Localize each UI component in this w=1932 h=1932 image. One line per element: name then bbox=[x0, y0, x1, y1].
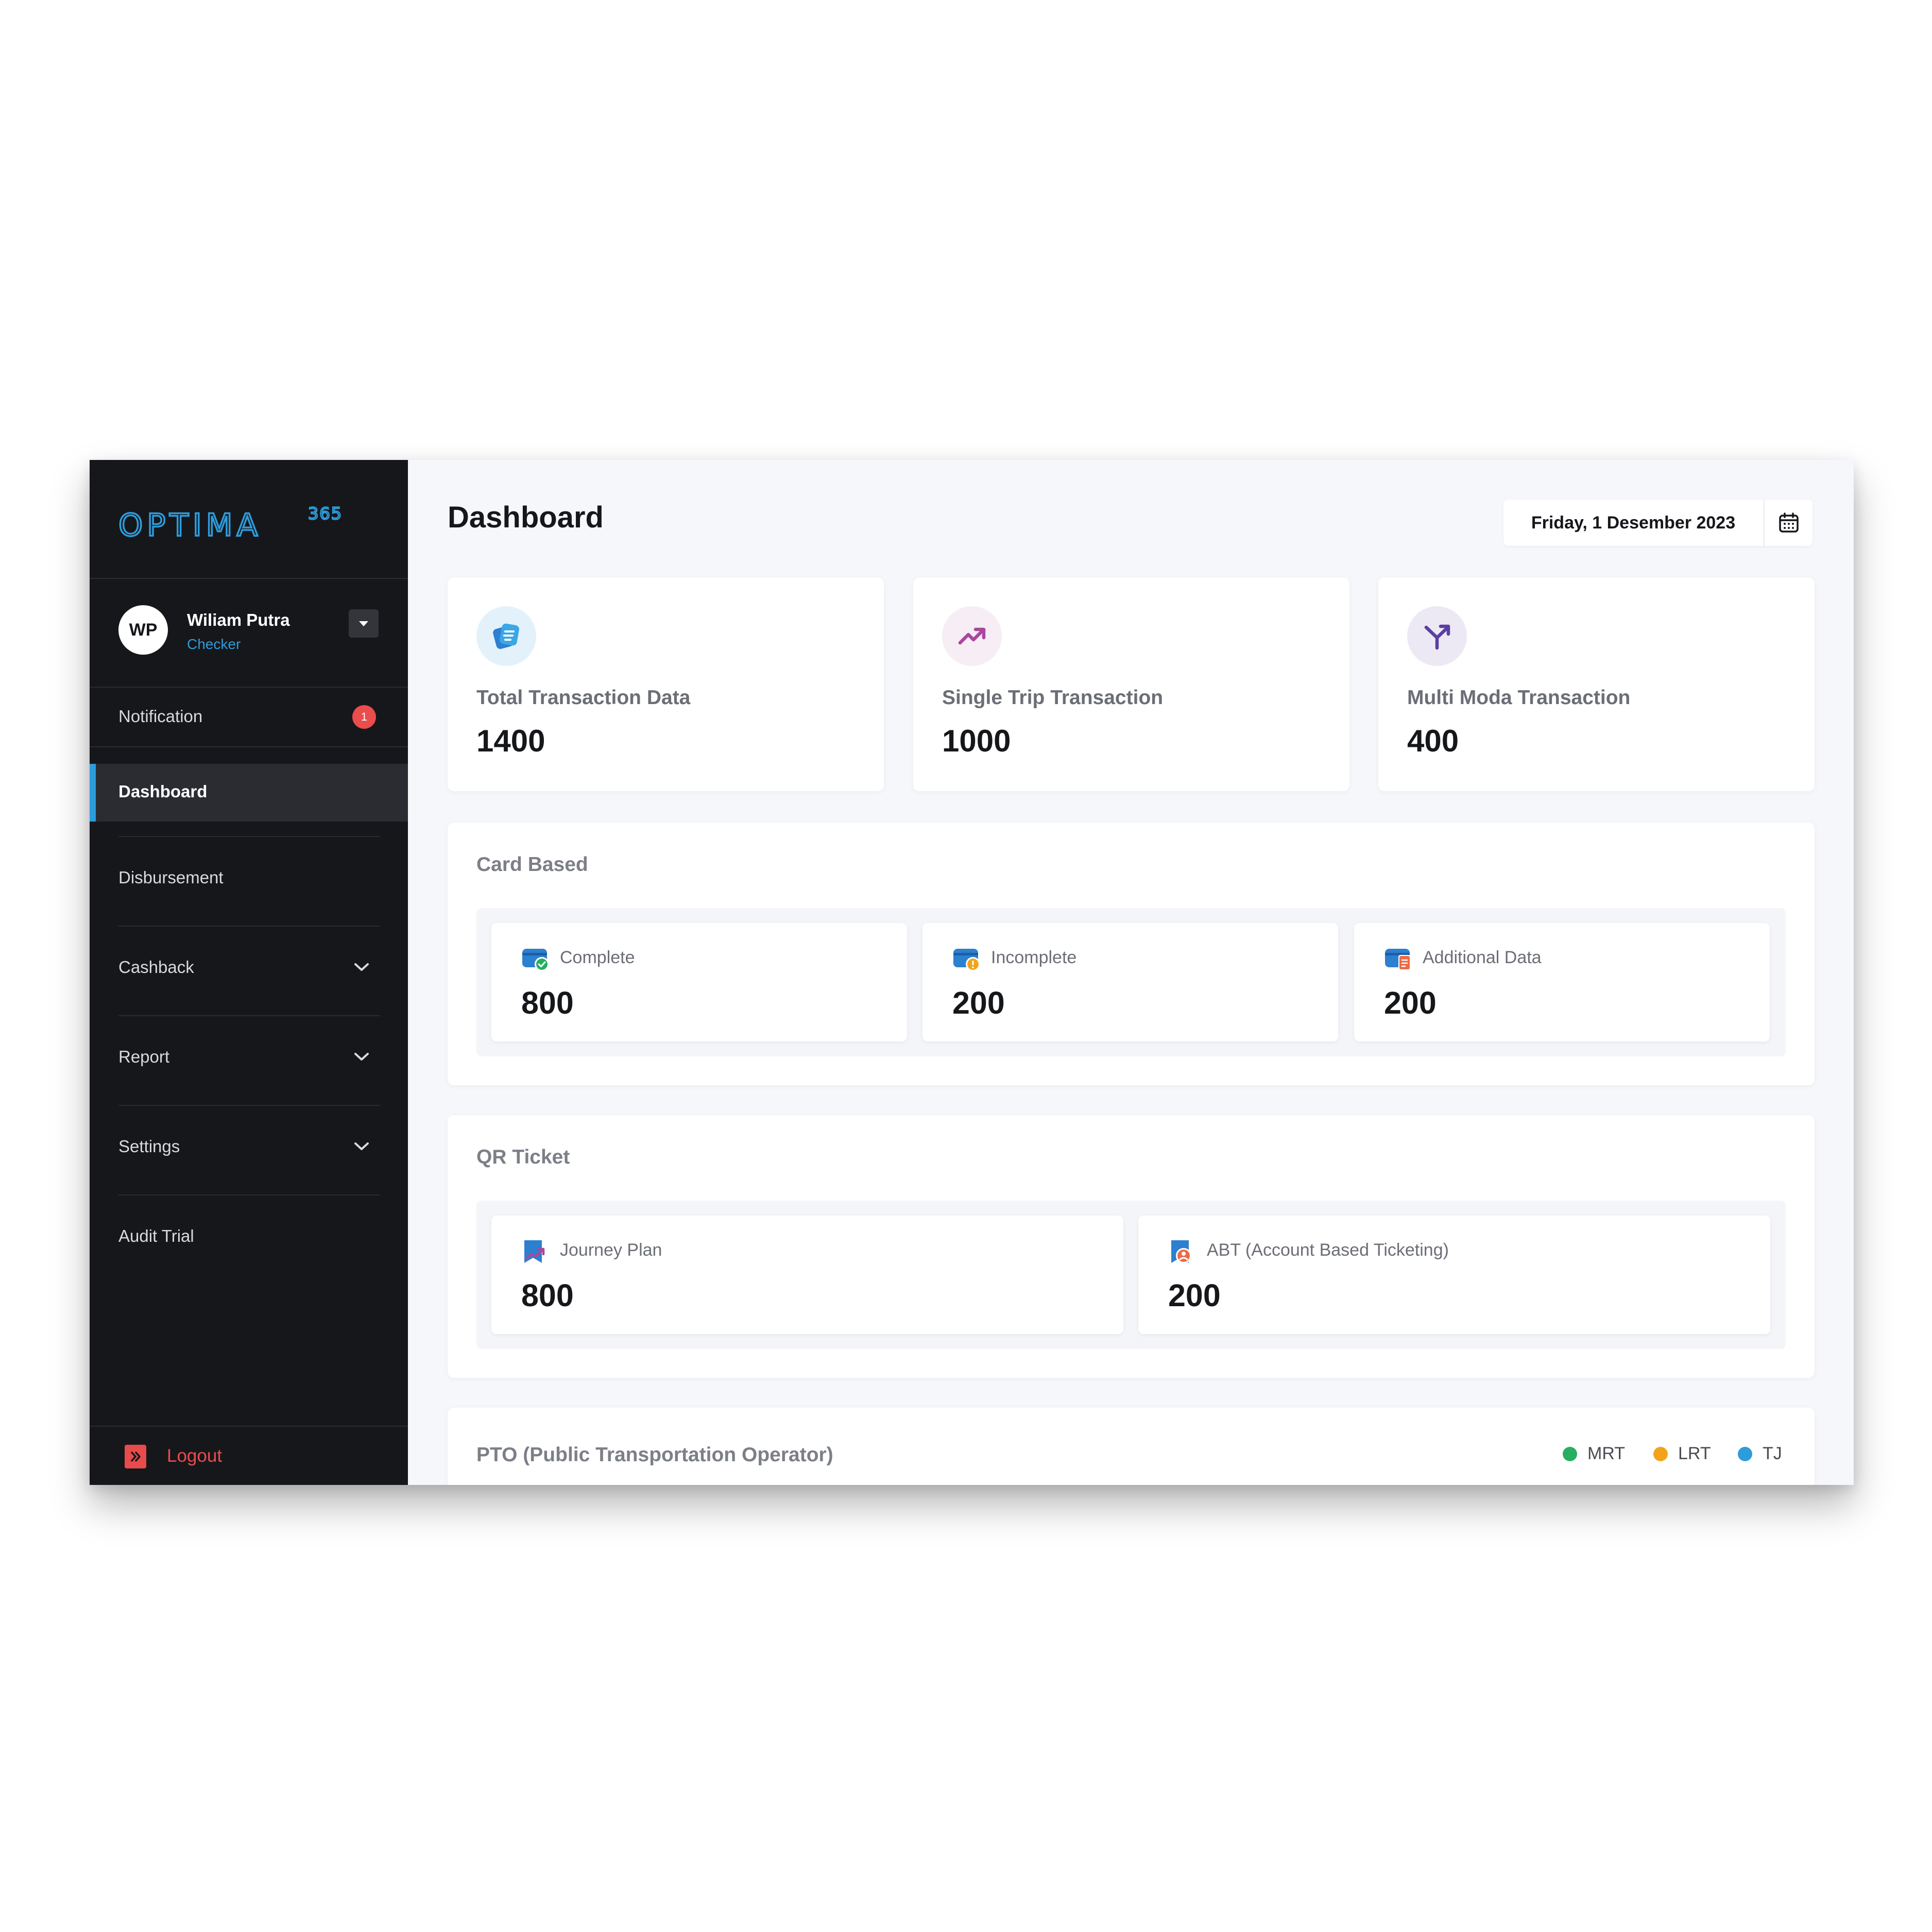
user-menu-toggle[interactable] bbox=[349, 609, 379, 638]
caret-down-icon bbox=[359, 621, 368, 626]
complete-card-icon bbox=[522, 949, 549, 971]
legend-item-mrt[interactable]: MRT bbox=[1563, 1444, 1625, 1464]
abt-card[interactable]: ABT (Account Based Ticketing) 200 bbox=[1138, 1216, 1770, 1334]
app-window: OPTIMA 365 WP Wiliam Putra Checker Notif… bbox=[90, 460, 1854, 1485]
stat-card-multi-moda[interactable]: Multi Moda Transaction 400 bbox=[1378, 577, 1815, 791]
complete-card[interactable]: Complete 800 bbox=[491, 923, 907, 1041]
notification-badge: 1 bbox=[352, 705, 376, 729]
transaction-data-icon bbox=[476, 606, 536, 666]
sidebar-item-settings[interactable]: Settings bbox=[90, 1106, 408, 1194]
divider bbox=[90, 1426, 408, 1427]
sidebar-item-label: Settings bbox=[118, 1137, 180, 1156]
pto-section: PTO (Public Transportation Operator) MRT… bbox=[448, 1408, 1815, 1485]
sub-card-value: 800 bbox=[521, 1278, 574, 1313]
additional-data-icon bbox=[1385, 949, 1411, 970]
svg-text:365: 365 bbox=[308, 504, 343, 523]
stat-label: Single Trip Transaction bbox=[942, 687, 1164, 709]
sidebar: OPTIMA 365 WP Wiliam Putra Checker Notif… bbox=[90, 460, 408, 1485]
card-based-panel: Complete 800 Incomplete 200 Additional D… bbox=[476, 908, 1786, 1056]
merge-arrows-icon bbox=[1407, 606, 1467, 666]
sub-card-label: ABT (Account Based Ticketing) bbox=[1207, 1240, 1449, 1260]
section-title: PTO (Public Transportation Operator) bbox=[476, 1444, 833, 1466]
sub-card-label: Journey Plan bbox=[560, 1240, 662, 1260]
sub-card-label: Additional Data bbox=[1423, 948, 1542, 967]
sidebar-item-label: Disbursement bbox=[118, 868, 224, 887]
sidebar-item-audit-trial[interactable]: Audit Trial bbox=[90, 1195, 408, 1284]
additional-data-card[interactable]: Additional Data 200 bbox=[1354, 923, 1770, 1041]
account-ticket-icon bbox=[1171, 1240, 1191, 1263]
sidebar-item-notification[interactable]: Notification 1 bbox=[90, 688, 408, 746]
incomplete-card-icon bbox=[953, 949, 980, 971]
journey-plan-icon bbox=[524, 1240, 545, 1263]
legend-item-lrt[interactable]: LRT bbox=[1653, 1444, 1711, 1464]
legend-label: TJ bbox=[1763, 1444, 1782, 1463]
avatar: WP bbox=[118, 605, 168, 655]
chevron-down-icon bbox=[354, 963, 369, 971]
sub-card-value: 200 bbox=[952, 985, 1005, 1020]
sidebar-item-label: Notification bbox=[118, 707, 203, 726]
section-title: QR Ticket bbox=[476, 1146, 570, 1168]
sidebar-item-dashboard[interactable]: Dashboard bbox=[90, 764, 408, 822]
active-indicator bbox=[90, 764, 96, 822]
divider bbox=[90, 746, 408, 747]
incomplete-card[interactable]: Incomplete 200 bbox=[922, 923, 1338, 1041]
lrt-dot-icon bbox=[1653, 1446, 1668, 1461]
user-role: Checker bbox=[187, 636, 241, 652]
sidebar-item-label: Audit Trial bbox=[118, 1226, 194, 1245]
stat-card-single-trip[interactable]: Single Trip Transaction 1000 bbox=[913, 577, 1349, 791]
stat-card-total-transaction[interactable]: Total Transaction Data 1400 bbox=[448, 577, 884, 791]
sidebar-item-disbursement[interactable]: Disbursement bbox=[90, 837, 408, 926]
legend-label: LRT bbox=[1678, 1444, 1711, 1463]
stat-label: Multi Moda Transaction bbox=[1407, 687, 1631, 709]
legend-item-tj[interactable]: TJ bbox=[1738, 1444, 1782, 1464]
user-name: Wiliam Putra bbox=[187, 610, 290, 629]
card-based-section: Card Based Complete 800 Incomplete 200 A… bbox=[448, 823, 1815, 1085]
journey-plan-card[interactable]: Journey Plan 800 bbox=[491, 1216, 1123, 1334]
sidebar-item-report[interactable]: Report bbox=[90, 1016, 408, 1105]
sidebar-item-label: Dashboard bbox=[118, 782, 208, 801]
sub-card-value: 200 bbox=[1168, 1278, 1221, 1313]
stat-value: 1400 bbox=[476, 724, 545, 758]
user-profile: WP Wiliam Putra Checker bbox=[118, 605, 381, 656]
calendar-icon bbox=[1779, 512, 1799, 533]
divider bbox=[90, 578, 408, 579]
stat-label: Total Transaction Data bbox=[476, 687, 691, 709]
sidebar-item-label: Cashback bbox=[118, 958, 194, 977]
sidebar-item-cashback[interactable]: Cashback bbox=[90, 927, 408, 1015]
stat-value: 400 bbox=[1407, 724, 1459, 758]
chevron-down-icon bbox=[354, 1053, 369, 1061]
logout-icon[interactable] bbox=[125, 1445, 146, 1468]
sub-card-value: 200 bbox=[1384, 985, 1437, 1020]
date-display[interactable]: Friday, 1 Desember 2023 bbox=[1503, 500, 1763, 546]
optima-365-logo[interactable]: OPTIMA 365 bbox=[118, 504, 366, 545]
qr-ticket-section: QR Ticket Journey Plan 800 ABT (Account … bbox=[448, 1115, 1815, 1378]
section-title: Card Based bbox=[476, 853, 588, 876]
sub-card-label: Complete bbox=[560, 948, 635, 967]
mrt-dot-icon bbox=[1563, 1446, 1577, 1461]
sidebar-item-label: Report bbox=[118, 1047, 170, 1066]
logout-button[interactable]: Logout bbox=[167, 1446, 222, 1466]
calendar-button[interactable] bbox=[1765, 500, 1813, 546]
qr-ticket-panel: Journey Plan 800 ABT (Account Based Tick… bbox=[476, 1201, 1786, 1349]
page-title: Dashboard bbox=[448, 501, 604, 534]
trending-up-icon bbox=[942, 606, 1002, 666]
stat-value: 1000 bbox=[942, 724, 1011, 758]
date-picker[interactable]: Friday, 1 Desember 2023 bbox=[1503, 500, 1813, 546]
legend-label: MRT bbox=[1587, 1444, 1626, 1463]
tj-dot-icon bbox=[1738, 1446, 1752, 1461]
chevron-down-icon bbox=[354, 1142, 369, 1150]
svg-text:OPTIMA: OPTIMA bbox=[118, 507, 262, 543]
sub-card-label: Incomplete bbox=[991, 948, 1077, 967]
sub-card-value: 800 bbox=[521, 985, 574, 1020]
